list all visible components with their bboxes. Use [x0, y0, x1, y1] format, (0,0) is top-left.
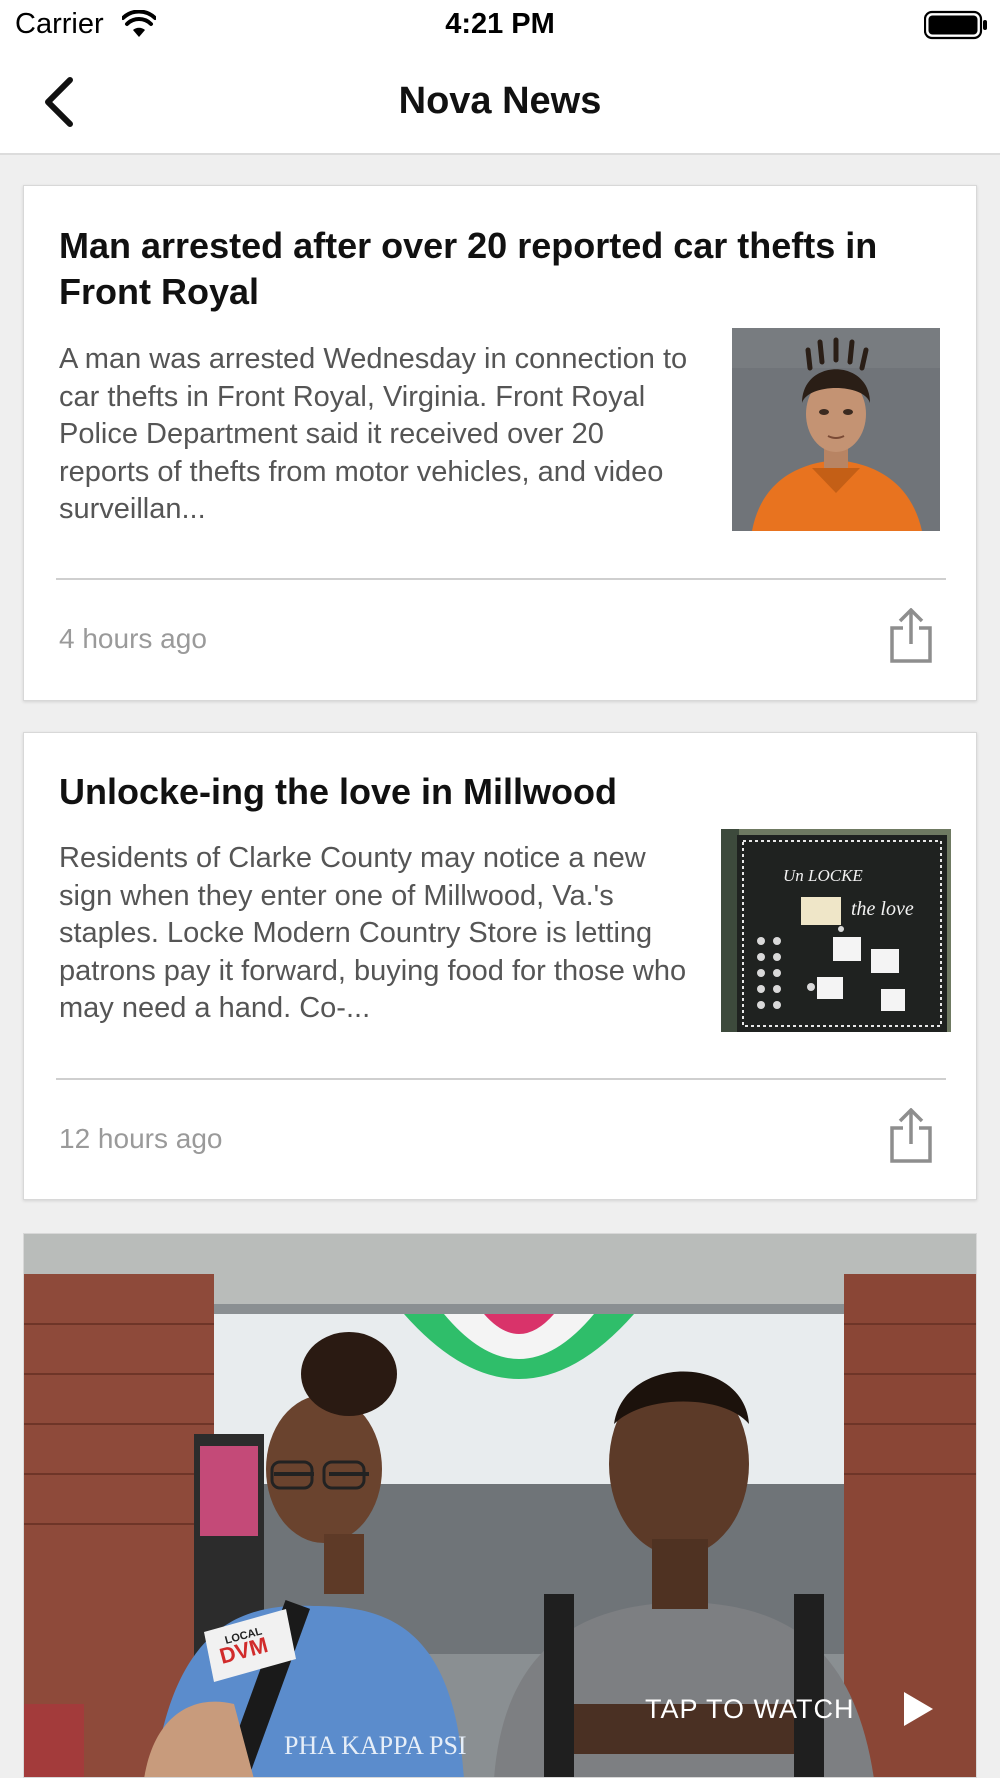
article-thumbnail[interactable] — [732, 328, 940, 531]
mugshot-image — [732, 328, 940, 531]
article-timestamp: 12 hours ago — [59, 1123, 223, 1154]
battery-icon — [924, 10, 987, 40]
share-icon — [890, 1108, 932, 1163]
article-card[interactable]: Unlocke-ing the love in Millwood Residen… — [23, 732, 977, 1200]
article-summary: A man was arrested Wednesday in connecti… — [59, 343, 688, 525]
chalkboard-sign-image: Un LOCKE the love — [721, 829, 951, 1032]
thumb-sign-line2: the love — [851, 898, 914, 920]
article-headline[interactable]: Man arrested after over 20 reported car … — [59, 223, 941, 315]
navigation-bar: Nova News — [0, 50, 1000, 155]
status-time: 4:21 PM — [445, 8, 555, 40]
article-summary: Residents of Clarke County may notice a … — [59, 842, 687, 1024]
share-icon — [890, 608, 932, 663]
status-bar: Carrier 4:21 PM — [0, 0, 1000, 50]
article-headline[interactable]: Unlocke-ing the love in Millwood — [59, 769, 941, 815]
article-card[interactable]: Man arrested after over 20 reported car … — [23, 185, 977, 701]
page-title: Nova News — [398, 80, 602, 122]
shirt-text: PHA KAPPA PSI — [284, 1731, 467, 1760]
play-icon[interactable] — [900, 1689, 936, 1729]
article-thumbnail[interactable]: Un LOCKE the love — [721, 829, 951, 1032]
share-button[interactable] — [886, 608, 936, 664]
share-button[interactable] — [886, 1108, 936, 1164]
card-divider — [56, 1078, 946, 1080]
card-divider — [56, 578, 946, 580]
thumb-sign-line1: Un LOCKE — [783, 866, 863, 885]
article-timestamp: 4 hours ago — [59, 623, 207, 654]
tap-to-watch-label[interactable]: TAP TO WATCH — [645, 1694, 855, 1725]
